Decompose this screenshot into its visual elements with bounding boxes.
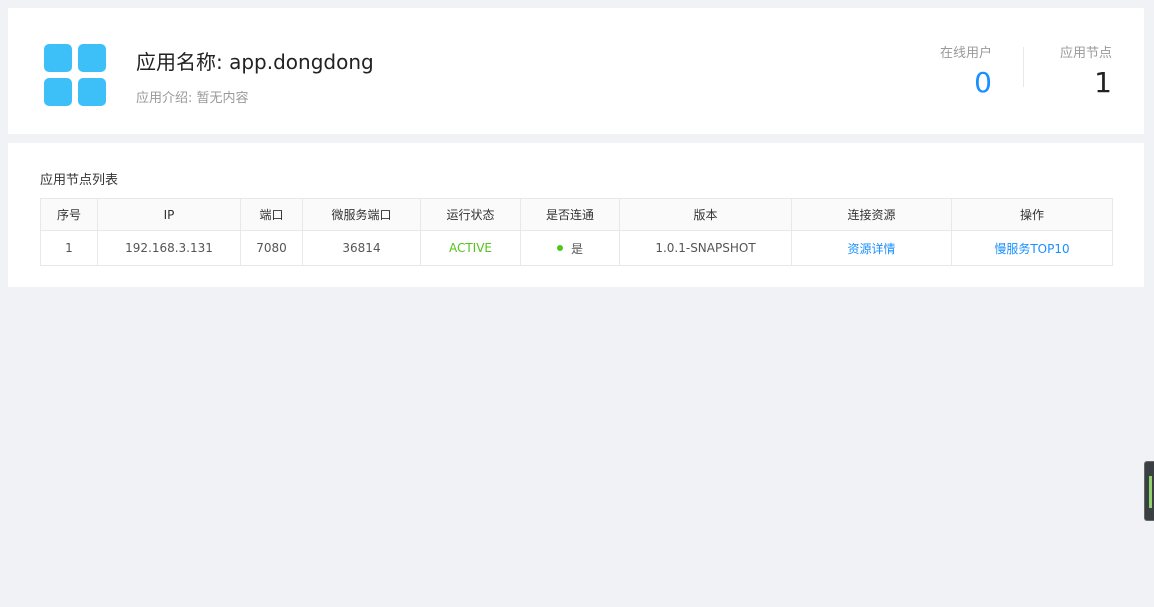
stat-divider bbox=[1023, 47, 1024, 87]
header-actions: 操作 bbox=[951, 198, 1113, 231]
table-header-row: 序号 IP 端口 微服务端口 运行状态 是否连通 版本 连接资源 操作 bbox=[40, 198, 1113, 231]
app-nodes-value: 1 bbox=[1094, 66, 1112, 99]
header-ip: IP bbox=[97, 198, 241, 231]
header-status: 运行状态 bbox=[420, 198, 521, 231]
app-nodes-stat: 应用节点 1 bbox=[1060, 42, 1112, 99]
cell-actions: 慢服务TOP10 bbox=[951, 230, 1113, 266]
online-users-value: 0 bbox=[974, 66, 992, 99]
side-panel-handle[interactable] bbox=[1144, 461, 1154, 521]
app-header-card: 应用名称: app.dongdong 应用介绍: 暂无内容 在线用户 0 应用节… bbox=[8, 8, 1144, 134]
header-resources: 连接资源 bbox=[791, 198, 952, 231]
cell-resources: 资源详情 bbox=[791, 230, 952, 266]
app-nodes-label: 应用节点 bbox=[1059, 46, 1112, 61]
app-grid-icon bbox=[44, 44, 106, 106]
cell-status: ACTIVE bbox=[420, 230, 521, 266]
cell-micro-port: 36814 bbox=[302, 230, 421, 266]
resource-details-link[interactable]: 资源详情 bbox=[847, 242, 895, 256]
header-index: 序号 bbox=[40, 198, 98, 231]
header-port: 端口 bbox=[240, 198, 303, 231]
node-list-title: 应用节点列表 bbox=[40, 173, 119, 188]
app-description-label: 应用介绍: bbox=[136, 91, 193, 106]
cell-port: 7080 bbox=[240, 230, 303, 266]
cell-connected: 是 bbox=[520, 230, 620, 266]
node-table: 序号 IP 端口 微服务端口 运行状态 是否连通 版本 连接资源 操作 1 19… bbox=[40, 198, 1113, 266]
online-users-stat: 在线用户 0 bbox=[940, 42, 992, 99]
connected-status-dot-icon bbox=[556, 245, 563, 251]
side-panel-indicator-icon bbox=[1149, 476, 1152, 508]
header-connected: 是否连通 bbox=[520, 198, 620, 231]
node-list-card: 应用节点列表 序号 IP 端口 微服务端口 运行状态 是否连通 版本 连接资源 bbox=[8, 143, 1144, 287]
online-users-label: 在线用户 bbox=[939, 46, 992, 61]
cell-ip: 192.168.3.131 bbox=[97, 230, 241, 266]
header-micro-port: 微服务端口 bbox=[302, 198, 421, 231]
cell-index: 1 bbox=[40, 230, 98, 266]
connected-value: 是 bbox=[570, 241, 583, 256]
table-row: 1 192.168.3.131 7080 36814 ACTIVE 是 1.0.… bbox=[40, 230, 1113, 266]
app-title: 应用名称: app.dongdong bbox=[136, 50, 374, 74]
app-description: 应用介绍: 暂无内容 bbox=[136, 87, 249, 106]
slow-service-top10-link[interactable]: 慢服务TOP10 bbox=[994, 242, 1069, 256]
cell-version: 1.0.1-SNAPSHOT bbox=[619, 230, 792, 266]
header-version: 版本 bbox=[619, 198, 792, 231]
app-description-value: 暂无内容 bbox=[196, 91, 249, 106]
